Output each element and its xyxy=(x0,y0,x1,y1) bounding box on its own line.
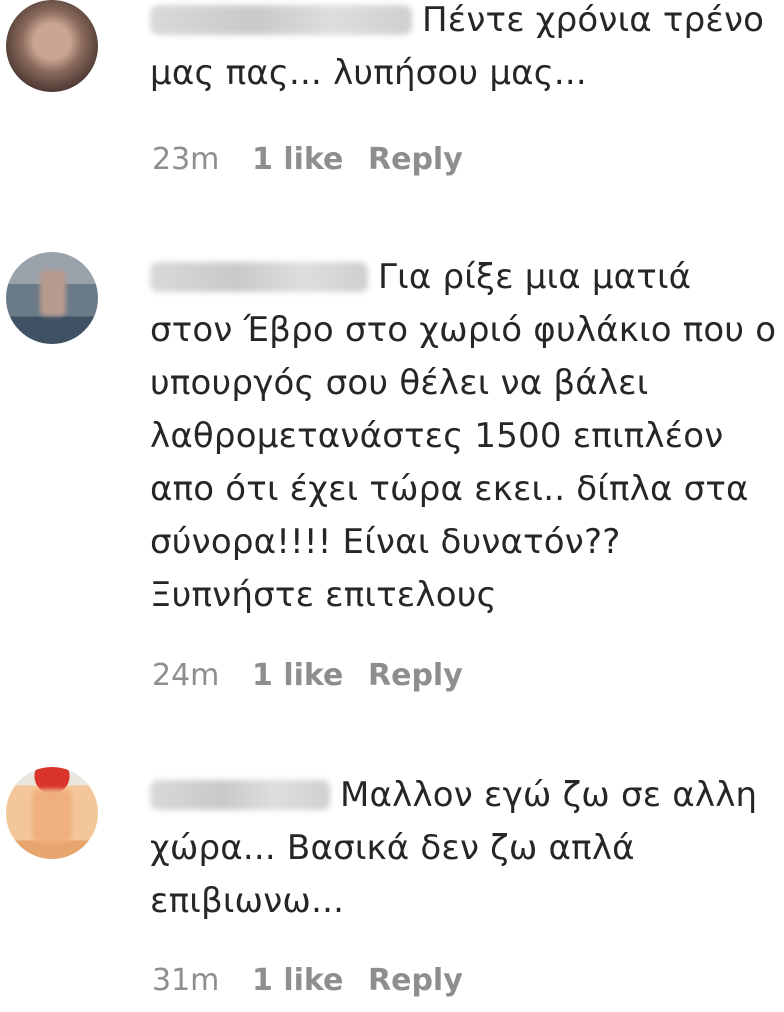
avatar[interactable] xyxy=(6,0,98,92)
comment-text: Για ρίξε μια ματιά στον Έβρο στο χωριό φ… xyxy=(150,257,777,615)
blurred-username[interactable] xyxy=(150,5,412,35)
comment-time: 23m xyxy=(152,142,220,177)
comment-meta: 23m 1 like Reply xyxy=(152,142,463,177)
comment-meta: 24m 1 like Reply xyxy=(152,658,463,693)
reply-button[interactable]: Reply xyxy=(368,658,463,693)
reply-button[interactable]: Reply xyxy=(368,963,463,998)
comment-time: 24m xyxy=(152,658,220,693)
avatar[interactable] xyxy=(6,767,98,859)
like-count[interactable]: 1 like xyxy=(252,963,368,998)
avatar[interactable] xyxy=(6,252,98,344)
comment-body: Για ρίξε μια ματιά στον Έβρο στο χωριό φ… xyxy=(150,251,780,622)
comment-body: Μαλλον εγώ ζω σε αλλη χώρα... Βασικά δεν… xyxy=(150,769,780,928)
comment-meta: 31m 1 like Reply xyxy=(152,963,463,998)
like-count[interactable]: 1 like xyxy=(252,658,368,693)
blurred-username[interactable] xyxy=(150,780,330,810)
comment-time: 31m xyxy=(152,963,220,998)
blurred-username[interactable] xyxy=(150,262,368,292)
comment-body: Πέντε χρόνια τρένο μας πας... λυπήσου μα… xyxy=(150,0,780,100)
like-count[interactable]: 1 like xyxy=(252,142,368,177)
reply-button[interactable]: Reply xyxy=(368,142,463,177)
